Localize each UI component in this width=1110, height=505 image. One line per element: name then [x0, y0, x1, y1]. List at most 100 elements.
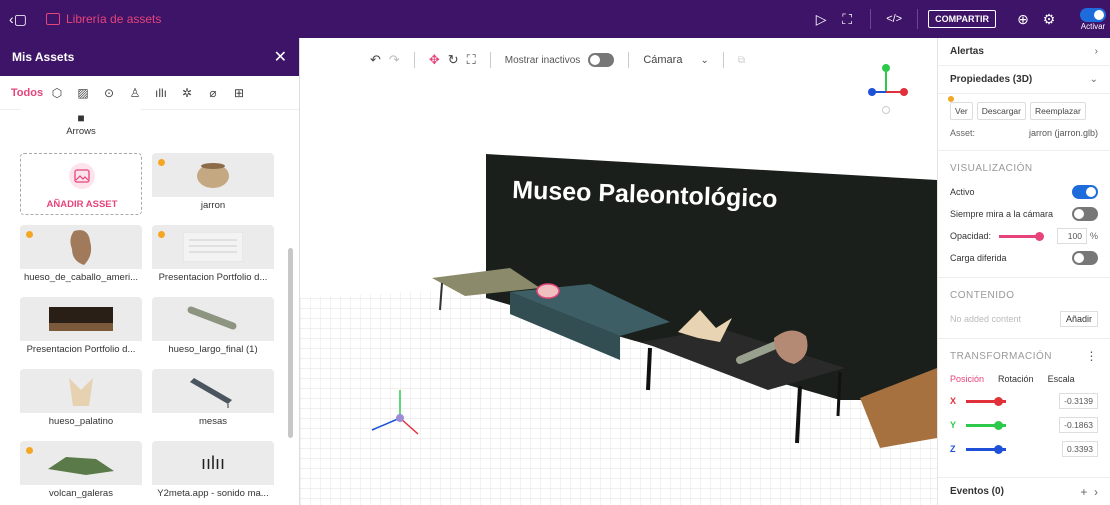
- download-button[interactable]: Descargar: [976, 102, 1026, 120]
- transform-header: TRANSFORMACIÓN ⋮: [938, 343, 1110, 369]
- asset-label: hueso_largo_final (1): [152, 341, 274, 359]
- viewport-toolbar: ↶ ↷ ✥ ↻ ⛶ Mostrar inactivos Cámara ⌄ ⧉: [370, 52, 745, 68]
- opacity-slider[interactable]: [999, 231, 1045, 241]
- axis-x-handle[interactable]: [900, 88, 908, 96]
- asset-card[interactable]: Presentacion Portfolio d...: [152, 225, 274, 287]
- table-thumbnail: [190, 378, 232, 408]
- events-label: Eventos (0): [950, 486, 1004, 497]
- chevron-right-icon: ›: [1094, 46, 1098, 57]
- grid-icon[interactable]: ⊞: [226, 86, 252, 100]
- effects-icon[interactable]: ✲: [174, 86, 200, 100]
- transform-tabs: Posición Rotación Escala: [938, 369, 1110, 389]
- share-button[interactable]: COMPARTIR: [928, 10, 996, 28]
- asset-card[interactable]: volcan_galeras: [20, 441, 142, 503]
- axis-z-handle[interactable]: [868, 88, 876, 96]
- asset-filter-tabs: Todos ⬡ ▨ ⊙ ♙ ıllı ✲ ⌀ ⊞: [0, 76, 299, 110]
- back-button[interactable]: ‹▢: [0, 0, 36, 38]
- active-toggle[interactable]: [1072, 185, 1098, 199]
- status-dot: [948, 96, 954, 102]
- cube-icon[interactable]: ⬡: [44, 86, 70, 100]
- assets-panel-header: Mis Assets ✕: [0, 38, 299, 76]
- no-content-text: No added content: [950, 314, 1022, 324]
- tab-position[interactable]: Posición: [950, 374, 984, 384]
- z-slider[interactable]: [965, 444, 1006, 454]
- x-slider[interactable]: [966, 396, 1007, 406]
- scrollbar[interactable]: [288, 248, 293, 438]
- lazy-load-toggle[interactable]: [1072, 251, 1098, 265]
- redo-icon[interactable]: ↷: [389, 52, 400, 68]
- document-thumbnail: [183, 232, 243, 262]
- video-icon[interactable]: ⊙: [96, 86, 122, 100]
- asset-card[interactable]: hueso_palatino: [20, 369, 142, 431]
- y-slider[interactable]: [966, 420, 1007, 430]
- asset-card[interactable]: jarron: [152, 153, 274, 215]
- fullscreen-icon[interactable]: ⛶: [834, 11, 860, 28]
- tab-all[interactable]: Todos: [10, 87, 44, 99]
- image-filter-icon[interactable]: ▨: [70, 86, 96, 100]
- more-icon[interactable]: ⋮: [1086, 349, 1099, 363]
- asset-label: Presentacion Portfolio d...: [152, 269, 274, 287]
- status-dot: [26, 447, 33, 454]
- z-label: Z: [950, 444, 956, 454]
- look-camera-toggle[interactable]: [1072, 207, 1098, 221]
- tab-scale[interactable]: Escala: [1048, 374, 1075, 384]
- asset-card[interactable]: hueso_largo_final (1): [152, 297, 274, 359]
- axis-y-handle[interactable]: [882, 64, 890, 72]
- vase-object[interactable]: [536, 283, 560, 299]
- properties-section[interactable]: Propiedades (3D) ⌄: [938, 66, 1110, 94]
- z-row: Z 0.3393: [938, 437, 1110, 461]
- undo-icon[interactable]: ↶: [370, 52, 381, 68]
- palatine-bone-thumbnail: [69, 378, 93, 406]
- asset-card[interactable]: ıılıı Y2meta.app - sonido ma...: [152, 441, 274, 503]
- chevron-down-icon[interactable]: ⌄: [700, 55, 708, 66]
- camera-select[interactable]: Cámara: [643, 54, 682, 66]
- y-row: Y -0.1863: [938, 413, 1110, 437]
- z-input[interactable]: 0.3393: [1062, 441, 1098, 457]
- scale-icon[interactable]: ⛶: [467, 52, 476, 68]
- lazy-load-label: Carga diferida: [950, 253, 1007, 263]
- embed-code-icon[interactable]: </>: [881, 13, 907, 25]
- properties-label: Propiedades (3D): [950, 74, 1033, 85]
- asset-card[interactable]: hueso_de_caballo_ameri...: [20, 225, 142, 287]
- app-title: Librería de assets: [46, 12, 161, 26]
- x-input[interactable]: -0.3139: [1059, 393, 1098, 409]
- asset-card[interactable]: Presentacion Portfolio d...: [20, 297, 142, 359]
- link-icon[interactable]: ⌀: [200, 86, 226, 100]
- events-section[interactable]: Eventos (0) + ›: [938, 477, 1110, 505]
- scene-canvas[interactable]: Museo Paleontológico: [300, 38, 937, 505]
- close-icon[interactable]: ✕: [274, 47, 287, 67]
- rotate-icon[interactable]: ↻: [448, 52, 459, 68]
- activate-switch[interactable]: [1080, 7, 1106, 22]
- lifebuoy-icon[interactable]: ⊕: [1010, 11, 1036, 28]
- long-bone-thumbnail: [187, 306, 237, 330]
- opacity-input[interactable]: 100: [1056, 228, 1087, 244]
- asset-info: Asset: jarron (jarron.glb): [938, 122, 1110, 144]
- asset-card[interactable]: mesas: [152, 369, 274, 431]
- camera-lock-icon[interactable]: ⧉: [738, 55, 745, 66]
- gear-icon[interactable]: ⚙: [1036, 11, 1062, 28]
- add-asset-button[interactable]: AÑADIR ASSET: [20, 153, 142, 215]
- transform-gizmo[interactable]: [396, 414, 404, 422]
- bone-thumbnail: [70, 230, 92, 265]
- activate-toggle[interactable]: Activar: [1080, 7, 1106, 31]
- replace-button[interactable]: Reemplazar: [1029, 102, 1086, 120]
- top-bar: ‹▢ Librería de assets ▷ ⛶ </> COMPARTIR …: [0, 0, 1110, 38]
- add-content-button[interactable]: Añadir: [1059, 311, 1098, 327]
- alerts-section[interactable]: Alertas ›: [938, 38, 1110, 66]
- add-image-icon: [69, 163, 95, 189]
- show-inactive-toggle[interactable]: [588, 53, 615, 67]
- chevron-down-icon: ⌄: [1089, 74, 1098, 85]
- assets-panel: Mis Assets ✕ Todos ⬡ ▨ ⊙ ♙ ıllı ✲ ⌀ ⊞ ■ …: [0, 38, 300, 505]
- tab-rotation[interactable]: Rotación: [998, 374, 1034, 384]
- activate-label: Activar: [1080, 21, 1106, 31]
- active-label: Activo: [950, 187, 975, 197]
- scene-viewport[interactable]: Museo Paleontológico ↶ ↷ ✥ ↻ ⛶ Mostrar i…: [300, 38, 937, 505]
- move-icon[interactable]: ✥: [429, 52, 440, 68]
- plus-icon[interactable]: + ›: [1080, 485, 1098, 499]
- folder-arrows[interactable]: ■ Arrows: [20, 108, 142, 140]
- view-button[interactable]: Ver: [950, 102, 973, 120]
- play-icon[interactable]: ▷: [808, 11, 834, 28]
- avatar-icon[interactable]: ♙: [122, 86, 148, 100]
- y-input[interactable]: -0.1863: [1059, 417, 1098, 433]
- audio-icon[interactable]: ıllı: [148, 86, 174, 100]
